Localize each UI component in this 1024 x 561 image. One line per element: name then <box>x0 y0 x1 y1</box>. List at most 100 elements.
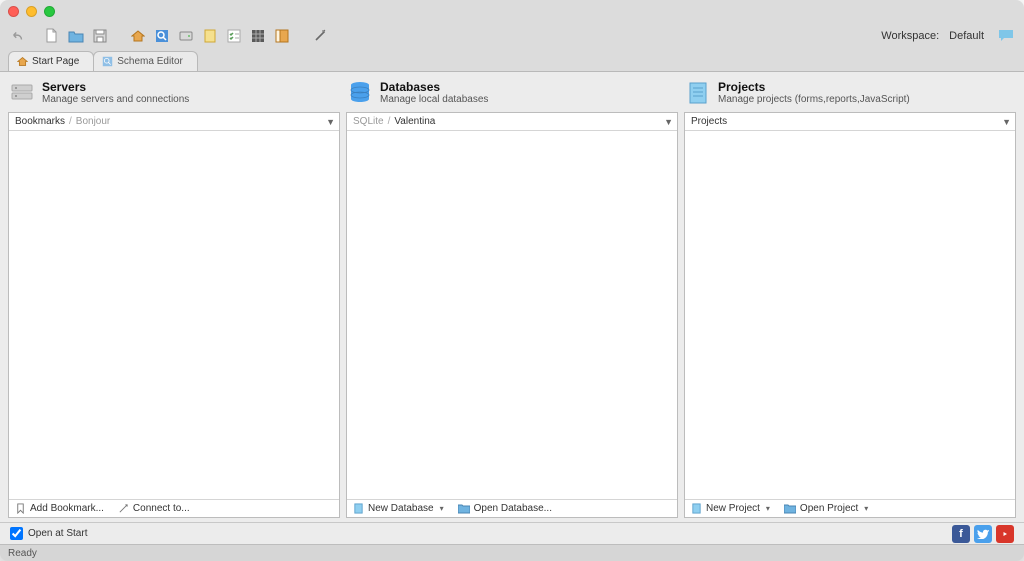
connect-icon <box>118 503 129 514</box>
connect-to-label: Connect to... <box>133 503 190 514</box>
add-bookmark-label: Add Bookmark... <box>30 503 104 514</box>
tab-separator: / <box>388 116 391 127</box>
home-icon <box>131 29 145 43</box>
sidebar-button[interactable] <box>272 26 292 46</box>
folder-icon <box>68 29 84 43</box>
grid-icon <box>251 29 265 43</box>
open-database-label: Open Database... <box>474 503 552 514</box>
titlebar <box>0 0 1024 22</box>
workspace-label: Workspace: <box>881 30 939 42</box>
save-button[interactable] <box>90 26 110 46</box>
zoom-window-button[interactable] <box>44 6 55 17</box>
open-project-button[interactable]: Open Project ▾ <box>784 503 868 514</box>
servers-header: Servers Manage servers and connections <box>8 78 340 112</box>
minimize-window-button[interactable] <box>26 6 37 17</box>
undo-button[interactable] <box>8 26 28 46</box>
bottom-strip: Open at Start f <box>0 522 1024 544</box>
servers-list <box>9 131 339 499</box>
databases-column: Databases Manage local databases SQLite … <box>346 78 678 518</box>
tab-schema-editor[interactable]: Schema Editor <box>93 51 198 71</box>
status-bar: Ready <box>0 544 1024 561</box>
tab-label: Start Page <box>32 56 79 67</box>
new-project-button[interactable]: New Project ▾ <box>691 503 770 514</box>
social-links: f <box>952 525 1014 543</box>
search-icon <box>102 56 113 67</box>
databases-panel: SQLite / Valentina ▼ New Database ▾ <box>346 112 678 518</box>
servers-title: Servers <box>42 80 189 94</box>
databases-tab-sqlite[interactable]: SQLite <box>353 116 384 127</box>
twitter-icon <box>977 529 989 539</box>
chevron-down-icon: ▾ <box>766 504 770 513</box>
search-icon <box>155 29 169 43</box>
new-database-label: New Database <box>368 503 434 514</box>
main-toolbar: Workspace: Default <box>0 22 1024 50</box>
tab-strip: Start Page Schema Editor <box>0 50 1024 72</box>
server-icon <box>10 81 34 105</box>
sidebar-icon <box>275 29 289 43</box>
servers-tab-bonjour[interactable]: Bonjour <box>76 116 110 127</box>
tab-label: Schema Editor <box>117 56 183 67</box>
dropdown-icon[interactable]: ▼ <box>664 117 673 127</box>
start-page-content: Servers Manage servers and connections B… <box>0 72 1024 544</box>
projects-panel-tabs[interactable]: Projects ▼ <box>685 113 1015 131</box>
undo-icon <box>11 29 25 43</box>
tab-separator: / <box>69 116 72 127</box>
tab-start-page[interactable]: Start Page <box>8 51 94 71</box>
youtube-button[interactable] <box>996 525 1014 543</box>
page-icon <box>203 29 217 43</box>
workspace-value[interactable]: Default <box>949 30 984 42</box>
home-icon <box>17 56 28 67</box>
window-controls <box>8 6 55 17</box>
connect-to-button[interactable]: Connect to... <box>118 503 190 514</box>
chat-icon <box>998 29 1014 43</box>
open-folder-button[interactable] <box>66 26 86 46</box>
dropdown-icon[interactable]: ▼ <box>1002 117 1011 127</box>
databases-tab-valentina[interactable]: Valentina <box>394 116 435 127</box>
projects-tab[interactable]: Projects <box>691 116 727 127</box>
facebook-button[interactable]: f <box>952 525 970 543</box>
file-plus-icon <box>691 503 702 514</box>
checklist-button[interactable] <box>224 26 244 46</box>
chevron-down-icon: ▾ <box>864 504 868 513</box>
add-bookmark-button[interactable]: Add Bookmark... <box>15 503 104 514</box>
save-icon <box>93 29 107 43</box>
wand-icon <box>313 29 327 43</box>
databases-list <box>347 131 677 499</box>
wand-button[interactable] <box>310 26 330 46</box>
home-button[interactable] <box>128 26 148 46</box>
project-icon <box>686 81 710 105</box>
chat-button[interactable] <box>996 26 1016 46</box>
databases-title: Databases <box>380 80 488 94</box>
new-page-button[interactable] <box>200 26 220 46</box>
projects-column: Projects Manage projects (forms,reports,… <box>684 78 1016 518</box>
status-text: Ready <box>8 548 37 559</box>
databases-header: Databases Manage local databases <box>346 78 678 112</box>
dropdown-icon[interactable]: ▼ <box>326 117 335 127</box>
twitter-button[interactable] <box>974 525 992 543</box>
columns-row: Servers Manage servers and connections B… <box>0 72 1024 522</box>
chevron-down-icon: ▾ <box>440 504 444 513</box>
new-database-button[interactable]: New Database ▾ <box>353 503 444 514</box>
bookmark-icon <box>15 503 26 514</box>
open-at-start-checkbox[interactable] <box>10 527 23 540</box>
projects-header: Projects Manage projects (forms,reports,… <box>684 78 1016 112</box>
new-file-button[interactable] <box>42 26 62 46</box>
servers-tab-bookmarks[interactable]: Bookmarks <box>15 116 65 127</box>
close-window-button[interactable] <box>8 6 19 17</box>
grid-button[interactable] <box>248 26 268 46</box>
open-database-button[interactable]: Open Database... <box>458 503 552 514</box>
databases-panel-tabs[interactable]: SQLite / Valentina ▼ <box>347 113 677 131</box>
servers-footer: Add Bookmark... Connect to... <box>9 499 339 517</box>
projects-title: Projects <box>718 80 910 94</box>
disk-icon <box>179 29 193 43</box>
databases-footer: New Database ▾ Open Database... <box>347 499 677 517</box>
disk-button[interactable] <box>176 26 196 46</box>
open-at-start-toggle[interactable]: Open at Start <box>10 527 87 540</box>
servers-column: Servers Manage servers and connections B… <box>8 78 340 518</box>
app-window: Workspace: Default Start Page Schema Edi… <box>0 0 1024 561</box>
open-at-start-label: Open at Start <box>28 528 87 539</box>
file-plus-icon <box>353 503 364 514</box>
servers-panel-tabs[interactable]: Bookmarks / Bonjour ▼ <box>9 113 339 131</box>
search-button[interactable] <box>152 26 172 46</box>
projects-footer: New Project ▾ Open Project ▾ <box>685 499 1015 517</box>
